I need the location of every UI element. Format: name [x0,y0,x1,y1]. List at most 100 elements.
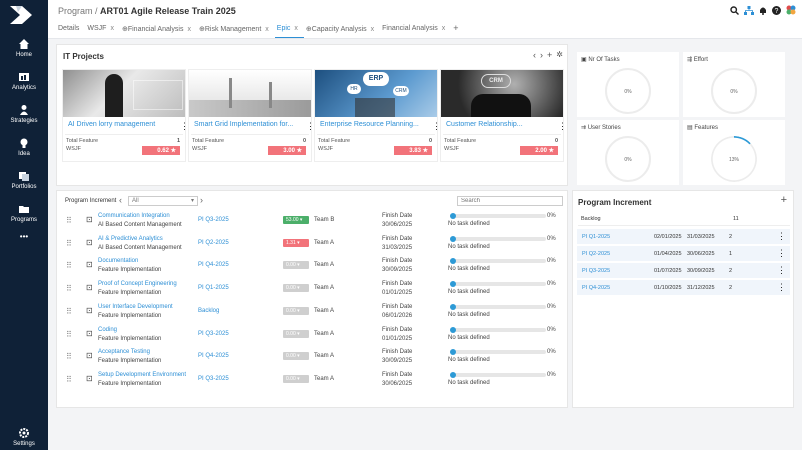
tab-label: WSJF [87,25,107,32]
epic-title[interactable]: User Interface Development [98,304,173,310]
pi-link[interactable]: PI Q3-2025 [198,331,229,337]
project-card[interactable]: AI Driven lorry management Total Feature… [62,69,186,162]
pi-link[interactable]: Backlog [198,308,219,314]
epic-title[interactable]: Acceptance Testing [98,349,150,355]
pi-row[interactable]: PI Q3-2025 01/07/2025 30/09/2025 2 ⋮ [577,262,790,278]
epic-title[interactable]: Proof of Concept Engineering [98,281,177,287]
bell-icon[interactable] [759,6,767,15]
backlog-row[interactable]: Backlog 11 [578,211,790,226]
team-label: Team A [314,262,335,269]
project-card[interactable]: CRM Customer Relationship... Total Featu… [440,69,564,162]
epic-title[interactable]: Setup Development Environment [98,372,186,378]
table-row[interactable]: ⠿ ⊡ Coding Feature Implementation PI Q3-2025… [62,324,556,346]
pi-filter-select[interactable]: All ▾ [128,196,198,206]
epic-title[interactable]: AI & Predictive Analytics [98,236,163,242]
pi-row[interactable]: PI Q2-2025 01/04/2025 30/06/2025 1 ⋮ [577,245,790,261]
search-input[interactable] [457,196,563,206]
drag-handle-icon[interactable]: ⠿ [66,239,72,248]
nav-analytics[interactable]: Analytics [0,71,48,91]
table-row[interactable]: ⠿ ⊡ Communication Integration AI Based Cont… [62,210,556,232]
epic-title[interactable]: Communication Integration [98,213,170,219]
close-icon[interactable]: x [265,26,269,33]
more-vert-icon[interactable]: ⋮ [306,121,315,132]
pi-link[interactable]: PI Q3-2025 [198,376,229,382]
tab-wsjf[interactable]: WSJF x [85,22,120,38]
nav-portfolios-label: Portfolios [11,184,37,190]
tab-capacity-analysis[interactable]: ⊕Capacity Analysis x [304,22,380,38]
progress-percent: 0% [547,371,556,378]
drag-handle-icon[interactable]: ⠿ [66,352,72,361]
tab-risk-management[interactable]: ⊕Risk Management x [197,22,275,38]
nav-home[interactable]: Home [0,38,48,58]
add-icon[interactable]: + [547,50,552,60]
drag-handle-icon[interactable]: ⠿ [66,284,72,293]
help-icon[interactable]: ? [772,5,781,15]
drag-handle-icon[interactable]: ⠿ [66,261,72,270]
tab-financial-analysis-2[interactable]: Financial Analysis x [380,22,451,38]
table-row[interactable]: ⠿ ⊡ Proof of Concept Engineering Feature Im… [62,278,556,300]
project-card[interactable]: ERP HR CRM Enterprise Resource Planning.… [314,69,438,162]
more-vert-icon[interactable]: ⋮ [558,121,567,132]
table-row[interactable]: ⠿ ⊡ Documentation Feature Implementation PI … [62,255,556,277]
nav-portfolios[interactable]: Portfolios [0,170,48,190]
nav-strategies[interactable]: Strategies [0,104,48,124]
pi-row[interactable]: PI Q1-2025 02/01/2025 31/03/2025 2 ⋮ [577,228,790,244]
pi-row[interactable]: PI Q4-2025 01/10/2025 31/12/2025 2 ⋮ [577,279,790,295]
table-row[interactable]: ⠿ ⊡ Acceptance Testing Feature Implementati… [62,346,556,368]
nav-more[interactable]: ••• [0,232,48,241]
pi-name[interactable]: PI Q1-2025 [582,234,610,240]
drag-handle-icon[interactable]: ⠿ [66,330,72,339]
more-vert-icon[interactable]: ⋮ [180,121,189,132]
epic-title[interactable]: Documentation [98,258,138,264]
nav-idea[interactable]: Idea [0,137,48,157]
close-icon[interactable]: x [371,26,375,33]
nav-settings[interactable]: Settings [0,427,48,447]
drag-handle-icon[interactable]: ⠿ [66,216,72,225]
gear-icon[interactable]: ✲ [556,50,563,60]
it-projects-title: IT Projects [63,52,104,61]
breadcrumb-prefix[interactable]: Program / [58,6,98,16]
search-icon[interactable] [730,5,739,15]
epic-title[interactable]: Coding [98,327,117,333]
pi-name[interactable]: PI Q4-2025 [582,285,610,291]
pi-name[interactable]: PI Q2-2025 [582,251,610,257]
project-title[interactable]: Enterprise Resource Planning... [315,117,437,132]
chevron-left-icon[interactable]: ‹ [533,50,536,60]
drag-handle-icon[interactable]: ⠿ [66,307,72,316]
table-row[interactable]: ⠿ ⊡ Setup Development Environment Feature I… [62,369,556,391]
close-icon[interactable]: x [187,26,191,33]
add-tab-button[interactable]: + [451,22,464,38]
avatar[interactable] [786,5,796,15]
close-icon[interactable]: x [110,25,114,32]
tab-financial-analysis[interactable]: ⊕Financial Analysis x [120,22,197,38]
more-vert-icon[interactable]: ⋮ [777,265,786,276]
pi-link[interactable]: PI Q3-2025 [198,217,229,223]
add-icon[interactable]: + [781,194,787,206]
pi-link[interactable]: PI Q1-2025 [198,285,229,291]
chevron-right-icon[interactable]: › [200,195,203,205]
project-title[interactable]: Smart Grid Implementation for... [189,117,311,132]
more-vert-icon[interactable]: ⋮ [777,248,786,259]
close-icon[interactable]: x [442,25,446,32]
nav-programs[interactable]: Programs [0,203,48,223]
pi-name[interactable]: PI Q3-2025 [582,268,610,274]
pi-link[interactable]: PI Q2-2025 [198,240,229,246]
project-title[interactable]: Customer Relationship... [441,117,563,132]
chevron-right-icon[interactable]: › [540,50,543,60]
more-vert-icon[interactable]: ⋮ [432,121,441,132]
tab-epic[interactable]: Epic x [274,22,304,38]
table-row[interactable]: ⠿ ⊡ AI & Predictive Analytics AI Based Cont… [62,233,556,255]
pi-link[interactable]: PI Q4-2025 [198,353,229,359]
hierarchy-icon[interactable] [744,5,754,15]
drag-handle-icon[interactable]: ⠿ [66,375,72,384]
project-title[interactable]: AI Driven lorry management [63,117,185,132]
table-row[interactable]: ⠿ ⊡ User Interface Development Feature Impl… [62,301,556,323]
pi-link[interactable]: PI Q4-2025 [198,262,229,268]
more-vert-icon[interactable]: ⋮ [777,282,786,293]
app-logo-icon[interactable] [8,4,34,26]
project-card[interactable]: Smart Grid Implementation for... Total F… [188,69,312,162]
tab-details[interactable]: Details [56,22,85,38]
chevron-left-icon[interactable]: ‹ [119,195,122,205]
more-vert-icon[interactable]: ⋮ [777,231,786,242]
close-icon[interactable]: x [294,25,298,32]
